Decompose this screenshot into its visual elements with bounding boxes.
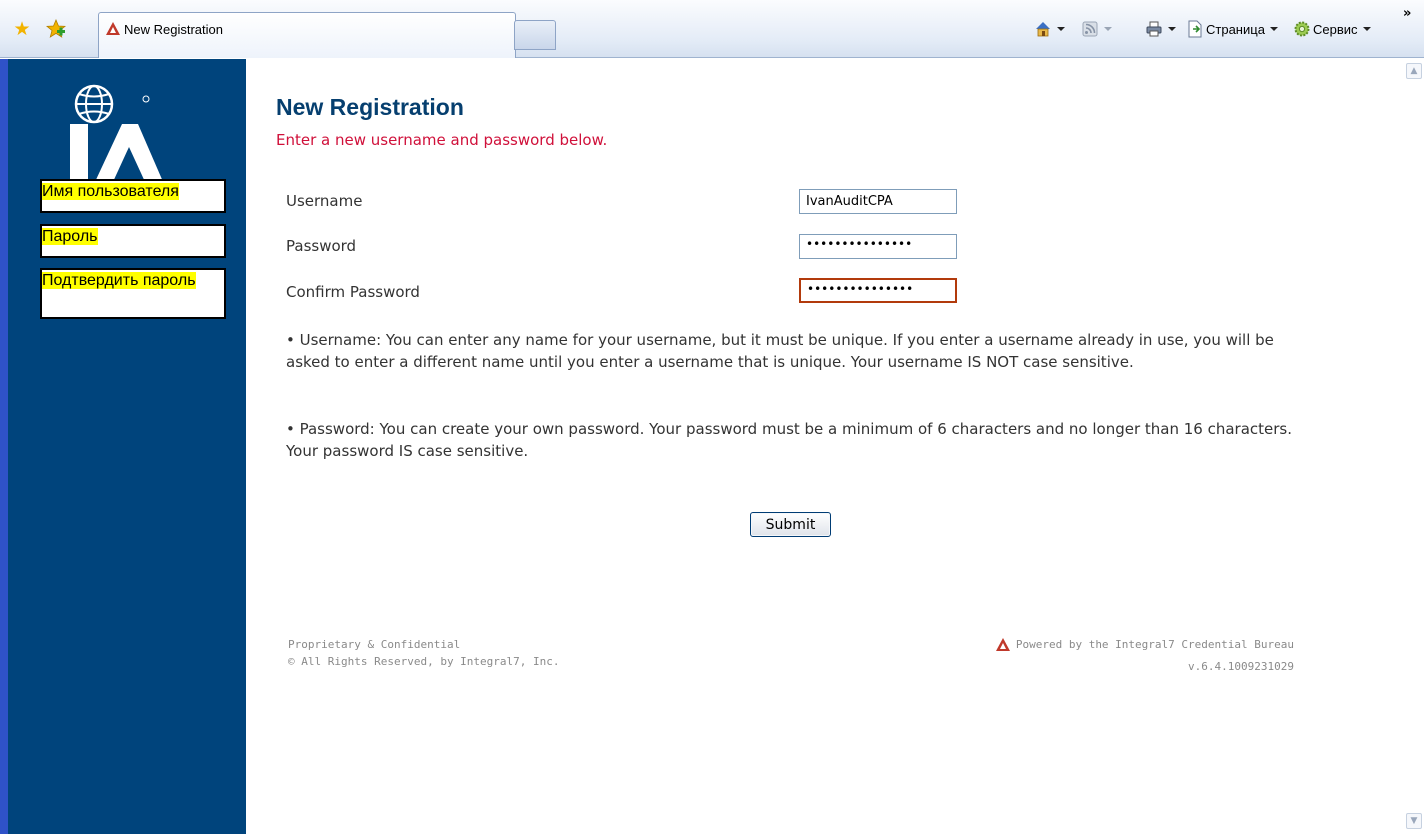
integral7-logo-icon bbox=[995, 637, 1011, 653]
rss-feed-icon bbox=[1081, 20, 1099, 38]
page-menu-button[interactable]: Страница bbox=[1186, 18, 1278, 40]
printer-icon bbox=[1145, 20, 1163, 38]
footer-legal: Proprietary & Confidential © All Rights … bbox=[288, 636, 560, 670]
submit-button[interactable]: Submit bbox=[750, 512, 831, 537]
page-icon bbox=[1186, 20, 1204, 38]
home-icon bbox=[1034, 20, 1052, 38]
scroll-down-icon[interactable]: ▼ bbox=[1406, 813, 1422, 829]
chevron-down-icon bbox=[1104, 27, 1112, 31]
username-label-overlay: Имя пользователя bbox=[40, 179, 226, 213]
iia-logo bbox=[58, 79, 178, 189]
integral7-icon bbox=[105, 21, 121, 37]
username-note: • Username: You can enter any name for y… bbox=[286, 331, 1274, 371]
add-favorites-icon[interactable] bbox=[45, 18, 67, 39]
password-note: • Password: You can create your own pass… bbox=[286, 420, 1293, 460]
chevron-down-icon bbox=[1057, 27, 1065, 31]
chevron-down-icon bbox=[1362, 27, 1371, 31]
overlay-password-text: Пароль bbox=[42, 228, 98, 245]
password-label: Password bbox=[286, 237, 357, 255]
page-title: New Registration bbox=[276, 94, 464, 120]
browser-toolbar: ★ New Registration Страница Сервис » bbox=[0, 0, 1424, 58]
gear-icon bbox=[1293, 20, 1311, 38]
confirm-password-input[interactable]: ••••••••••••••• bbox=[799, 278, 957, 303]
page-menu-label: Страница bbox=[1206, 21, 1265, 37]
tools-menu-button[interactable]: Сервис bbox=[1293, 18, 1371, 40]
overlay-username-text: Имя пользователя bbox=[42, 183, 179, 200]
chevron-down-icon bbox=[1269, 27, 1278, 31]
tab-new-registration[interactable]: New Registration bbox=[98, 12, 516, 58]
sidebar: Имя пользователя Пароль Подтвердить паро… bbox=[8, 59, 246, 834]
footer-rights: © All Rights Reserved, by Integral7, Inc… bbox=[288, 655, 560, 668]
print-button[interactable] bbox=[1145, 18, 1176, 40]
confirm-password-label-overlay: Подтвердить пароль bbox=[40, 268, 226, 319]
new-tab-button[interactable] bbox=[514, 20, 556, 50]
feeds-button[interactable] bbox=[1081, 18, 1112, 40]
footer-proprietary: Proprietary & Confidential bbox=[288, 638, 461, 651]
chevron-more-icon[interactable]: » bbox=[1403, 6, 1411, 21]
tools-menu-label: Сервис bbox=[1313, 21, 1358, 37]
overlay-confirm-text: Подтвердить пароль bbox=[42, 272, 196, 289]
window-edge bbox=[0, 59, 8, 834]
scroll-up-icon[interactable]: ▲ bbox=[1406, 63, 1422, 79]
page-subtitle: Enter a new username and password below. bbox=[276, 131, 608, 149]
username-input[interactable] bbox=[799, 189, 957, 214]
home-button[interactable] bbox=[1034, 18, 1065, 40]
password-input[interactable]: ••••••••••••••• bbox=[799, 234, 957, 259]
footer-powered: Powered by the Integral7 Credential Bure… bbox=[960, 636, 1294, 675]
version-label: v.6.4.1009231029 bbox=[1188, 660, 1294, 673]
powered-by-link[interactable]: Powered by the Integral7 Credential Bure… bbox=[1016, 636, 1294, 653]
password-label-overlay: Пароль bbox=[40, 224, 226, 258]
username-label: Username bbox=[286, 192, 363, 210]
favorites-star-icon[interactable]: ★ bbox=[12, 19, 32, 39]
tab-title: New Registration bbox=[124, 22, 223, 37]
confirm-password-label: Confirm Password bbox=[286, 283, 420, 301]
chevron-down-icon bbox=[1168, 27, 1176, 31]
vertical-scrollbar[interactable]: ▲ ▼ bbox=[1404, 59, 1424, 834]
